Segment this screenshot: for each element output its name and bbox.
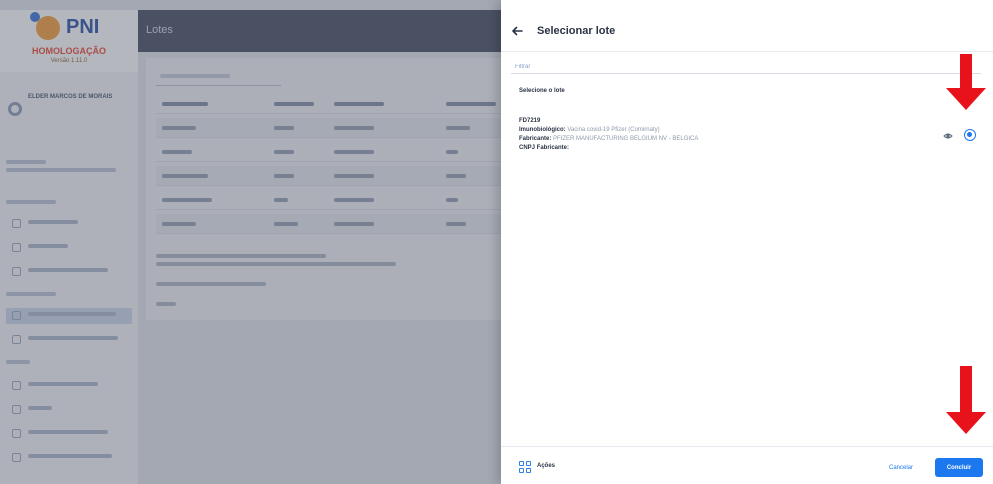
cancel-button[interactable]: Cancelar [881, 459, 921, 476]
annotation-arrow-down-icon [946, 54, 986, 112]
select-lot-drawer: Selecionar lote Selecione o lote FD7219 … [501, 0, 993, 484]
cnpj-label: CNPJ Fabricante: [519, 145, 570, 151]
actions-label: Ações [537, 463, 556, 469]
lot-list-item[interactable]: FD7219 Imunobiológico: Vacina covid-19 P… [511, 110, 981, 162]
lot-cnpj: CNPJ Fabricante: [519, 145, 569, 151]
lot-select-radio[interactable] [964, 129, 976, 141]
drawer-title: Selecionar lote [537, 25, 616, 37]
select-lot-label: Selecione o lote [519, 88, 565, 94]
manufacturer-label: Fabricante: [519, 136, 552, 142]
immunobiological-value: Vacina covid-19 Pfizer (Comirnaty) [567, 127, 660, 133]
filter-input[interactable] [511, 60, 981, 74]
lot-code: FD7219 [519, 118, 541, 124]
lot-manufacturer: Fabricante: PFIZER MANUFACTURING BELGIUM… [519, 136, 698, 142]
top-strip [501, 0, 993, 10]
grid-icon [519, 461, 531, 473]
annotation-arrow-down-icon [946, 366, 986, 438]
drawer-header: Selecionar lote [501, 10, 993, 52]
lot-immunobiological: Imunobiológico: Vacina covid-19 Pfizer (… [519, 127, 660, 133]
manufacturer-value: PFIZER MANUFACTURING BELGIUM NV - BELGIC… [553, 136, 699, 142]
arrow-left-icon[interactable] [509, 23, 525, 39]
immunobiological-label: Imunobiológico: [519, 127, 566, 133]
drawer-footer: Ações Cancelar Concluir [501, 446, 993, 484]
confirm-button[interactable]: Concluir [935, 458, 983, 477]
eye-icon[interactable] [943, 131, 953, 141]
